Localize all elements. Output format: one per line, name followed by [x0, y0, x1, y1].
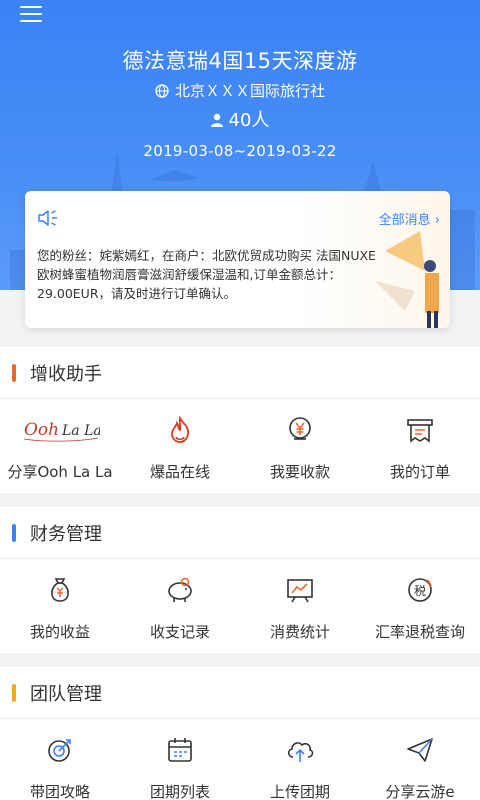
section-header: 财务管理: [0, 507, 480, 559]
tour-dates: 2019-03-08~2019-03-22: [143, 142, 337, 160]
hot-products-button[interactable]: 爆品在线: [120, 399, 240, 492]
calendar-icon: [168, 738, 192, 762]
cloud-upload-icon: [287, 742, 314, 762]
tour-title: 德法意瑞4国15天深度游: [122, 49, 358, 73]
target-icon: [48, 739, 71, 762]
item-label: 团期列表: [149, 783, 210, 800]
item-label: 分享Ooh La La: [7, 463, 113, 481]
section-accent-bar: [12, 524, 16, 542]
chart-board-icon: [287, 579, 313, 603]
item-label: 上传团期: [269, 783, 330, 800]
tour-guide-button[interactable]: 带团攻略: [0, 719, 120, 800]
tax-icon: 税: [408, 578, 432, 602]
item-label: 消费统计: [269, 623, 330, 641]
spending-stats-button[interactable]: 消费统计: [240, 559, 360, 652]
paper-plane-icon: [407, 738, 433, 762]
tour-list-button[interactable]: 团期列表: [120, 719, 240, 800]
exchange-tax-query-button[interactable]: 税 汇率退税查询: [360, 559, 480, 652]
menu-button[interactable]: [20, 6, 42, 22]
speaker-icon: [38, 210, 57, 226]
agency-line: 北京ＸＸＸ国际旅行社: [0, 80, 480, 101]
section-team: 团队管理 带团攻略 团期列表 上传团期 分享云游e: [0, 667, 480, 800]
collect-payment-button[interactable]: 我要收款: [240, 399, 360, 492]
share-ooh-la-la-button[interactable]: Ooh La La 分享Ooh La La: [0, 399, 120, 492]
svg-text:税: 税: [414, 584, 426, 598]
section-grid: Ooh La La 分享Ooh La La 爆品在线 我要收款 我的订单: [0, 399, 480, 492]
flame-icon: [171, 415, 189, 443]
svg-text:La La: La La: [61, 423, 100, 439]
section-header: 增收助手: [0, 347, 480, 399]
item-label: 爆品在线: [149, 463, 210, 481]
section-accent-bar: [12, 364, 16, 382]
my-orders-button[interactable]: 我的订单: [360, 399, 480, 492]
person-icon: [210, 113, 223, 127]
my-earnings-button[interactable]: 我的收益: [0, 559, 120, 652]
message-card[interactable]: 全部消息 › 您的粉丝：姹紫嫣红，在商户：北欧优贸成功购买 法国NUXE欧树蜂蜜…: [25, 191, 450, 328]
message-text: 您的粉丝：姹紫嫣红，在商户：北欧优贸成功购买 法国NUXE欧树蜂蜜植物润唇膏滋润…: [37, 248, 376, 301]
section-income: 增收助手 Ooh La La 分享Ooh La La 爆品在线 我要收款 我的订…: [0, 347, 480, 493]
item-label: 带团攻略: [29, 783, 90, 800]
item-label: 我的收益: [29, 623, 90, 641]
item-label: 汇率退税查询: [374, 623, 465, 641]
globe-icon: [155, 84, 169, 98]
svg-text:Ooh: Ooh: [24, 420, 59, 440]
order-icon: [407, 419, 433, 443]
item-label: 分享云游e: [385, 783, 455, 800]
item-label: 我的订单: [389, 463, 450, 481]
yen-collect-icon: [289, 417, 311, 440]
ooh-la-la-logo: Ooh La La: [23, 420, 100, 442]
piggy-bank-icon: [168, 577, 192, 602]
people-count: 40人: [228, 110, 270, 131]
share-yunyou-button[interactable]: 分享云游e: [360, 719, 480, 800]
section-finance: 财务管理 我的收益 收支记录 消费统计 税 汇率退税查询: [0, 507, 480, 653]
section-grid: 带团攻略 团期列表 上传团期 分享云游e: [0, 719, 480, 800]
section-grid: 我的收益 收支记录 消费统计 税 汇率退税查询: [0, 559, 480, 652]
section-title: 增收助手: [30, 364, 102, 385]
section-header: 团队管理: [0, 667, 480, 719]
agency-name: 北京ＸＸＸ国际旅行社: [174, 82, 325, 100]
section-title: 团队管理: [30, 684, 102, 705]
upload-tour-button[interactable]: 上传团期: [240, 719, 360, 800]
money-bag-icon: [51, 578, 69, 602]
transaction-records-button[interactable]: 收支记录: [120, 559, 240, 652]
section-title: 财务管理: [30, 524, 102, 545]
item-label: 我要收款: [269, 463, 330, 481]
people-count-line: 40人: [0, 106, 480, 132]
item-label: 收支记录: [149, 623, 210, 641]
section-accent-bar: [12, 684, 16, 702]
megaphone-illustration: [375, 231, 439, 328]
